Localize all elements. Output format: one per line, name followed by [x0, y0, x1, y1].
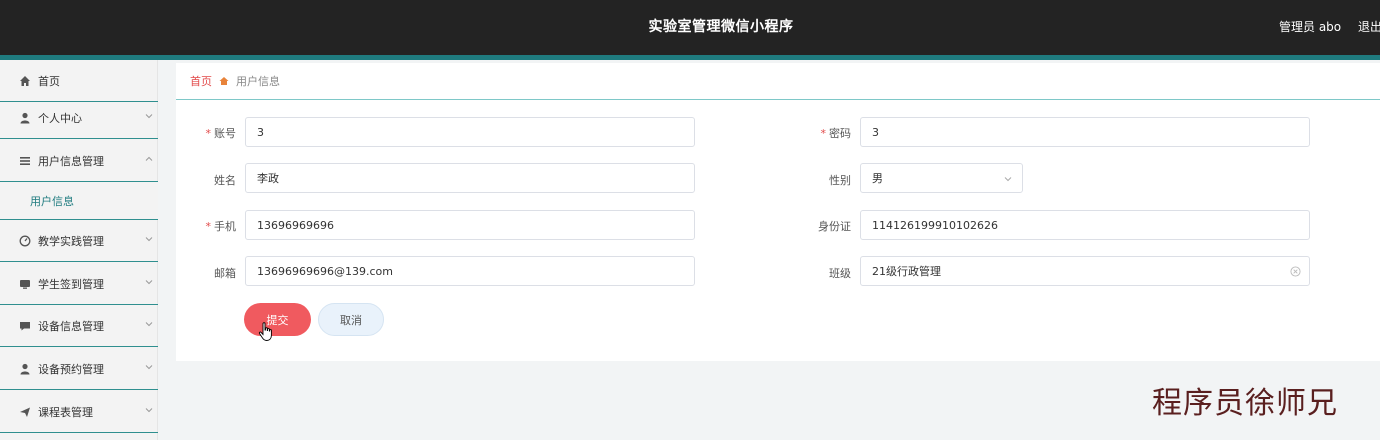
- password-input[interactable]: 3: [860, 117, 1310, 147]
- clear-icon[interactable]: [1290, 266, 1301, 277]
- password-label: * 密码: [820, 127, 852, 140]
- sidebar-item-home[interactable]: 首页: [0, 60, 158, 102]
- chat-icon: [18, 319, 32, 333]
- account-label: * 账号: [205, 127, 237, 140]
- admin-label: 管理员 abo: [1279, 20, 1342, 34]
- sidebar-item-label: 学生签到管理: [38, 277, 104, 291]
- sidebar-item-label: 用户信息管理: [38, 154, 104, 168]
- logout-link[interactable]: 退出: [1358, 18, 1380, 35]
- sidebar-item-label: 设备预约管理: [38, 362, 104, 376]
- sidebar-item-device-info[interactable]: 设备信息管理: [0, 305, 158, 347]
- submit-button[interactable]: 提交: [244, 303, 311, 336]
- hand-cursor-icon: [258, 322, 272, 341]
- home-icon: [18, 74, 32, 88]
- breadcrumb-current: 用户信息: [236, 75, 280, 88]
- sidebar-item-label: 首页: [38, 74, 60, 88]
- account-input[interactable]: 3: [245, 117, 695, 147]
- cancel-button[interactable]: 取消: [318, 303, 384, 336]
- sidebar-item-student-checkin[interactable]: 学生签到管理: [0, 263, 158, 305]
- chevron-down-icon: [145, 408, 153, 413]
- email-label: 邮箱: [214, 267, 236, 280]
- house-icon: [219, 76, 229, 86]
- user-icon: [18, 362, 32, 376]
- chevron-down-icon: [145, 114, 153, 119]
- sidebar-item-label: 设备信息管理: [38, 319, 104, 333]
- gender-label: 性别: [829, 174, 851, 187]
- chevron-down-icon: [145, 365, 153, 370]
- gender-select[interactable]: 男: [860, 163, 1023, 193]
- sidebar-item-device-booking[interactable]: 设备预约管理: [0, 348, 158, 390]
- sidebar-subitem-user-info[interactable]: 用户信息: [0, 182, 158, 220]
- email-input[interactable]: 13696969696@139.com: [245, 256, 695, 286]
- sidebar-item-user-info-management[interactable]: 用户信息管理: [0, 140, 158, 182]
- class-label: 班级: [829, 267, 851, 280]
- top-bar: 实验室管理微信小程序 管理员 abo 退出: [0, 0, 1380, 55]
- chevron-up-icon: [145, 156, 153, 161]
- sidebar-item-teaching-practice[interactable]: 教学实践管理: [0, 220, 158, 262]
- list-icon: [18, 154, 32, 168]
- name-input[interactable]: 李政: [245, 163, 695, 193]
- user-icon: [18, 111, 32, 125]
- id-card-label: 身份证: [818, 220, 851, 233]
- gender-value: 男: [872, 172, 883, 185]
- watermark: 程序员徐师兄: [1152, 386, 1338, 421]
- phone-input[interactable]: 13696969696: [245, 210, 695, 240]
- chevron-down-icon: [145, 322, 153, 327]
- header-accent-stripe: [0, 55, 1380, 60]
- breadcrumb-home[interactable]: 首页: [190, 73, 212, 89]
- sidebar-item-course-schedule[interactable]: 课程表管理: [0, 391, 158, 433]
- chevron-down-icon: [145, 280, 153, 285]
- chevron-down-icon: [1004, 177, 1012, 182]
- app-title: 实验室管理微信小程序: [648, 19, 794, 35]
- sidebar: 首页 个人中心 用户信息管理 用户信息 教学实践管理 学生签到管理 设备信息管理…: [0, 60, 158, 440]
- sidebar-item-label: 个人中心: [38, 111, 82, 125]
- chevron-down-icon: [145, 237, 153, 242]
- gauge-icon: [18, 234, 32, 248]
- class-input[interactable]: 21级行政管理: [860, 256, 1310, 286]
- name-label: 姓名: [214, 174, 236, 187]
- breadcrumb: 首页 用户信息: [176, 63, 1380, 100]
- sidebar-item-label: 课程表管理: [38, 405, 93, 419]
- id-card-input[interactable]: 114126199910102626: [860, 210, 1310, 240]
- sidebar-item-label: 教学实践管理: [38, 234, 104, 248]
- phone-label: * 手机: [205, 220, 237, 233]
- send-icon: [18, 405, 32, 419]
- monitor-icon: [18, 277, 32, 291]
- class-value: 21级行政管理: [872, 265, 941, 278]
- sidebar-item-personal-center[interactable]: 个人中心: [0, 97, 158, 139]
